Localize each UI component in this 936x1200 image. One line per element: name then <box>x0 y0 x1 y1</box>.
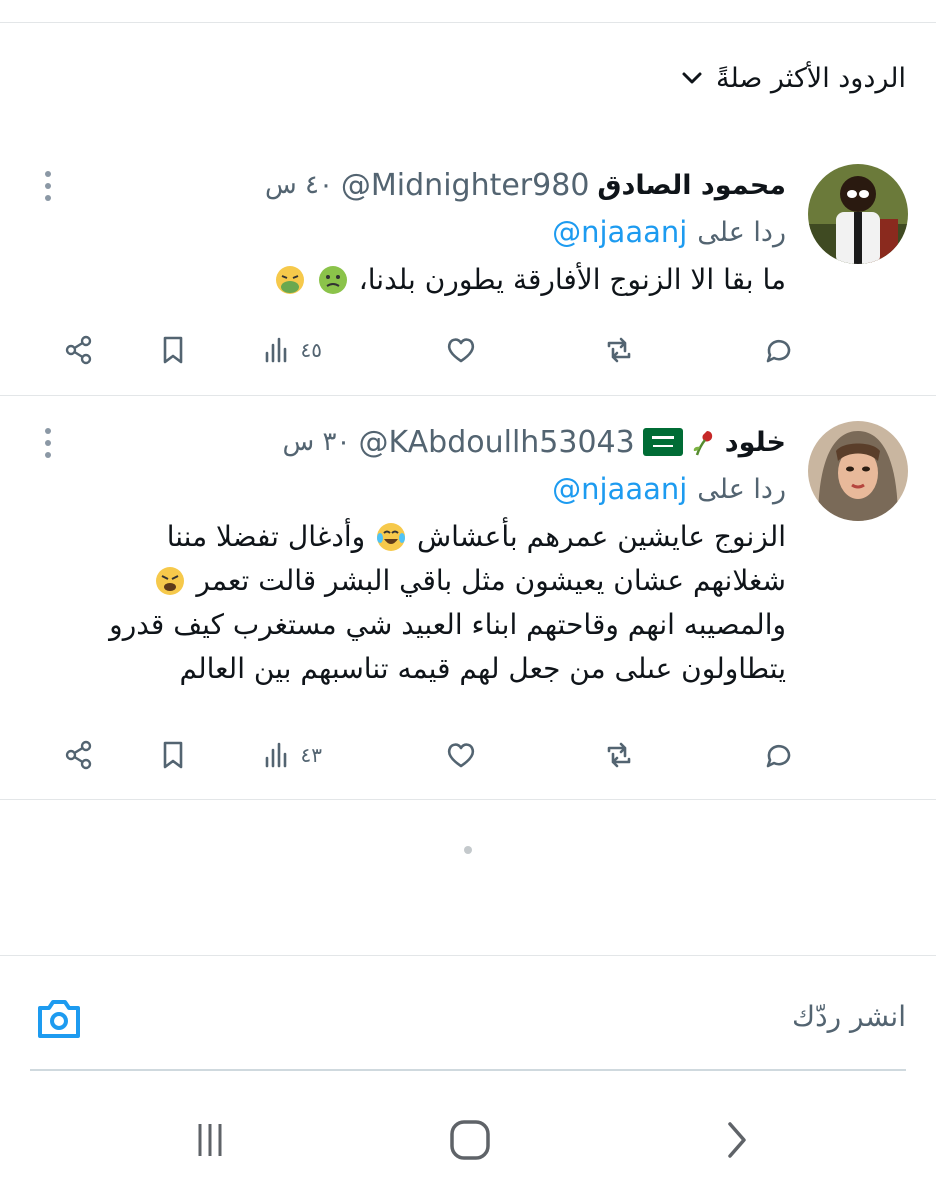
reply-mention-link[interactable]: @njaaanj <box>552 215 687 249</box>
compose-divider <box>0 955 936 956</box>
tweet-text-line: والمصيبه انهم وقاحتهم ابناء العبيد شي مس… <box>109 608 786 641</box>
repost-icon <box>607 337 631 363</box>
user-handle[interactable]: @KAbdoullh53043 <box>358 425 634 460</box>
display-name[interactable]: محمود الصادق <box>597 170 786 201</box>
reply-icon <box>766 744 791 768</box>
bookmark-button[interactable] <box>156 326 190 374</box>
reply-prefix: ردا على <box>697 216 786 248</box>
back-button[interactable] <box>706 1118 766 1162</box>
tweet-text-line: وأدغال تفضلا مننا <box>166 520 366 553</box>
display-name[interactable]: خلود <box>725 427 786 458</box>
share-icon <box>65 740 92 770</box>
reply-input-placeholder[interactable]: انشر ردّك <box>792 1000 906 1033</box>
chevron-right-icon <box>728 1122 746 1158</box>
compose-underline <box>30 1069 906 1071</box>
tweet-text-line: يتطاولون عىلى من جعل لهم قيمه تناسبهم بي… <box>179 652 786 685</box>
avatar[interactable] <box>808 421 908 521</box>
replying-to: ردا على @njaaanj <box>28 212 786 252</box>
recent-apps-button[interactable] <box>180 1118 240 1162</box>
tweet-text-line: شغلانهم عشان يعيشون مثل باقي البشر قالت … <box>196 564 786 597</box>
like-button[interactable] <box>444 731 478 779</box>
repost-button[interactable] <box>602 731 636 779</box>
nauseated-face-emoji <box>318 266 347 294</box>
reply-button[interactable] <box>762 731 796 779</box>
top-divider <box>0 22 936 23</box>
reply-composer[interactable]: انشر ردّك <box>0 990 936 1052</box>
home-button[interactable] <box>440 1118 500 1162</box>
share-button[interactable] <box>62 731 96 779</box>
tweet-text-line: الزنوج عايشين عمرهم بأعشاش <box>416 520 786 553</box>
reply-button[interactable] <box>762 326 796 374</box>
tweet-text-content: ما بقا الا الزنوج الأفارقة يطورن بلدنا، <box>358 263 786 296</box>
bookmark-button[interactable] <box>156 731 190 779</box>
tweet-text: ما بقا الا الزنوج الأفارقة يطورن بلدنا، <box>28 258 786 302</box>
views-chart-icon <box>265 742 286 768</box>
tweet-text: الزنوج عايشين عمرهم بأعشاش وأدغال تفضلا … <box>28 515 786 691</box>
share-button[interactable] <box>62 326 96 374</box>
reply-mention-link[interactable]: @njaaanj <box>552 472 687 506</box>
wilted-rose-emoji <box>693 431 712 456</box>
reply-icon <box>766 339 791 363</box>
replying-to: ردا على @njaaanj <box>28 469 786 509</box>
tweet-actions: ٤٣ <box>40 731 796 779</box>
weary-face-emoji <box>156 567 185 595</box>
more-options-icon[interactable] <box>38 425 58 461</box>
views-button[interactable]: ٤٣ <box>261 731 322 779</box>
timestamp[interactable]: ٤٠ س <box>265 170 333 200</box>
tweet-actions: ٤٥ <box>40 326 796 374</box>
views-chart-icon <box>265 337 286 363</box>
home-icon <box>450 1120 490 1160</box>
like-button[interactable] <box>444 326 478 374</box>
user-handle[interactable]: @Midnighter980 <box>341 168 589 203</box>
sort-dropdown[interactable]: الردود الأكثر صلةً <box>680 56 906 100</box>
system-nav-bar <box>0 1100 936 1180</box>
reply-tweet[interactable]: خلود @KAbdoullh53043 ٣٠ س ردا على @njaaa… <box>0 397 936 800</box>
camera-icon[interactable] <box>34 996 84 1042</box>
repost-button[interactable] <box>602 326 636 374</box>
bookmark-icon <box>163 741 183 769</box>
chevron-down-icon <box>682 72 702 84</box>
views-button[interactable]: ٤٥ <box>261 326 322 374</box>
more-options-icon[interactable] <box>38 168 58 204</box>
avatar[interactable] <box>808 164 908 264</box>
timestamp[interactable]: ٣٠ س <box>283 427 351 457</box>
recent-apps-icon <box>198 1124 222 1156</box>
views-count: ٤٥ <box>300 338 322 362</box>
reply-tweet[interactable]: محمود الصادق @Midnighter980 ٤٠ س ردا على… <box>0 140 936 396</box>
heart-icon <box>447 338 475 363</box>
views-count: ٤٣ <box>300 743 322 767</box>
reply-prefix: ردا على <box>697 473 786 505</box>
loading-indicator <box>464 846 472 854</box>
bookmark-icon <box>163 336 183 364</box>
saudi-flag-emoji <box>642 428 683 456</box>
vomiting-face-emoji <box>275 266 304 294</box>
heart-icon <box>447 743 475 768</box>
tears-of-joy-emoji <box>377 523 406 551</box>
share-icon <box>65 335 92 365</box>
name-decorations <box>642 427 717 457</box>
repost-icon <box>607 742 631 768</box>
sort-label: الردود الأكثر صلةً <box>715 62 906 94</box>
